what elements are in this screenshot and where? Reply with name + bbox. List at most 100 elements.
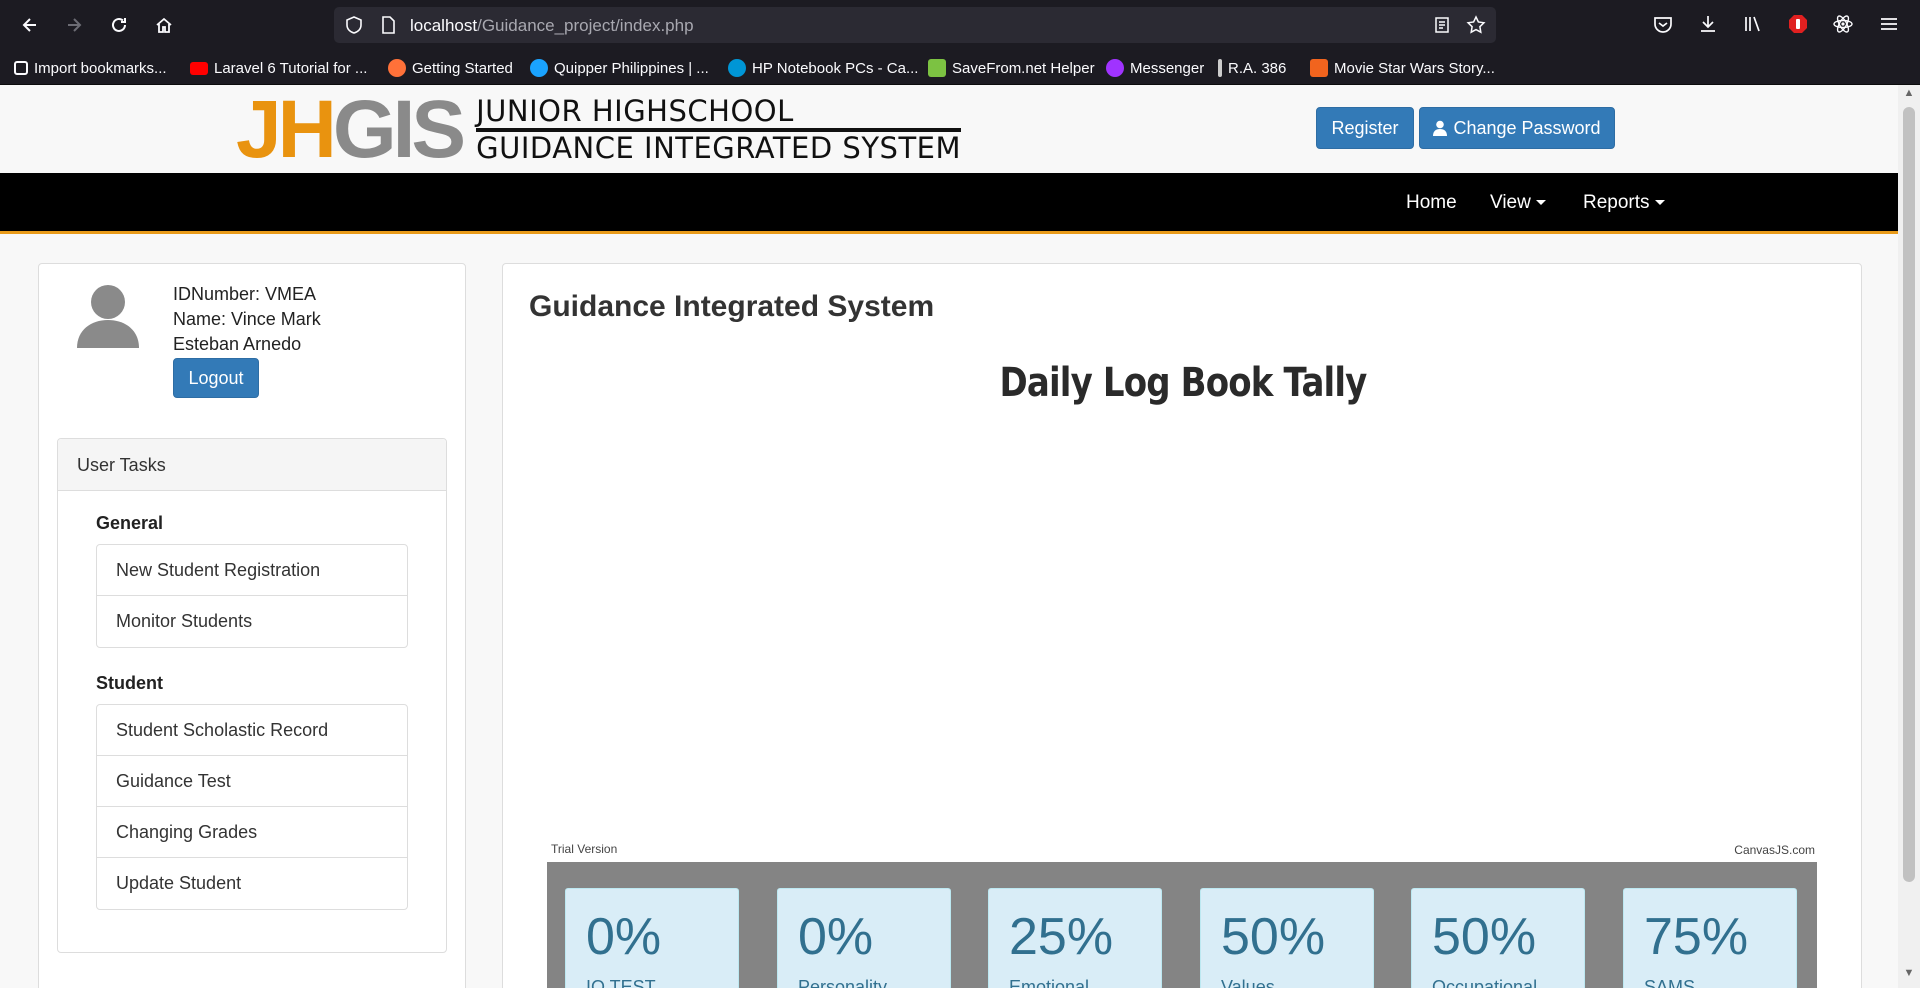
scroll-up-icon[interactable]: ▲ [1902, 87, 1916, 101]
stat-value: 0% [798, 908, 874, 966]
stat-value: 75% [1644, 908, 1749, 966]
reload-icon[interactable] [103, 9, 135, 41]
etsy-icon [1310, 59, 1328, 77]
stat-value: 25% [1009, 908, 1114, 966]
download-arrow-icon [928, 59, 946, 77]
bookmark-label: SaveFrom.net Helper [952, 59, 1095, 77]
bookmark-label: R.A. 386 [1228, 59, 1287, 77]
logo-line-2: GUIDANCE INTEGRATED SYSTEM [476, 131, 962, 165]
stat-card-sams[interactable]: 75% SAMS [1623, 888, 1797, 988]
bookmark-movie[interactable]: Movie Star Wars Story... [1310, 58, 1495, 78]
main-navbar: Home View Reports [0, 173, 1898, 234]
trial-version-label: Trial Version [551, 842, 618, 856]
stat-label: Occupational [1432, 977, 1538, 988]
stat-card-emotional[interactable]: 25% Emotional [988, 888, 1162, 988]
page-icon[interactable] [378, 15, 398, 35]
hp-icon [728, 59, 746, 77]
site-logo[interactable]: JHGIS JUNIOR HIGHSCHOOL GUIDANCE INTEGRA… [236, 89, 962, 171]
stat-card-occupational[interactable]: 50% Occupational [1411, 888, 1585, 988]
task-student-scholastic-record[interactable]: Student Scholastic Record [97, 705, 407, 756]
bookmarks-bar: Import bookmarks... Laravel 6 Tutorial f… [0, 50, 1920, 85]
logo-letter: S [411, 85, 466, 175]
scroll-thumb[interactable] [1903, 107, 1915, 882]
stat-value: 50% [1432, 908, 1537, 966]
text-cursor-icon [1218, 59, 1222, 77]
scroll-down-icon[interactable]: ▼ [1902, 967, 1916, 981]
menu-icon[interactable] [1878, 13, 1900, 35]
page: JHGIS JUNIOR HIGHSCHOOL GUIDANCE INTEGRA… [0, 85, 1898, 988]
nav-home[interactable]: Home [1406, 192, 1457, 214]
reader-view-icon[interactable] [1432, 15, 1452, 35]
library-icon[interactable] [1742, 13, 1764, 35]
task-changing-grades[interactable]: Changing Grades [97, 807, 407, 858]
bookmark-quipper[interactable]: Quipper Philippines | ... [530, 58, 709, 78]
url-text[interactable]: localhost/Guidance_project/index.php [410, 16, 694, 36]
bookmark-label: HP Notebook PCs - Ca... [752, 59, 919, 77]
register-label: Register [1331, 117, 1399, 138]
bookmark-savefrom[interactable]: SaveFrom.net Helper [928, 58, 1095, 78]
main-panel: Guidance Integrated System Daily Log Boo… [502, 263, 1862, 988]
page-scrollbar[interactable]: ▲ ▼ [1898, 85, 1920, 988]
caret-down-icon [1654, 200, 1665, 206]
bookmark-label: Laravel 6 Tutorial for ... [214, 59, 368, 77]
stat-card-personality[interactable]: 0% Personality [777, 888, 951, 988]
stat-card-iq-test[interactable]: 0% IQ TEST [565, 888, 739, 988]
download-icon[interactable] [1697, 13, 1719, 35]
change-password-button[interactable]: Change Password [1419, 107, 1615, 149]
nav-view[interactable]: View [1490, 192, 1546, 214]
logo-letter: J [236, 85, 282, 175]
stat-label: SAMS [1644, 977, 1696, 988]
url-path: /Guidance_project/index.php [477, 16, 694, 35]
task-guidance-test[interactable]: Guidance Test [97, 756, 407, 807]
quipper-icon [530, 59, 548, 77]
avatar-icon [77, 285, 139, 348]
url-host: localhost [410, 16, 478, 35]
stat-label: Personality [798, 977, 888, 988]
pocket-icon[interactable] [1652, 13, 1674, 35]
stat-card-values[interactable]: 50% Values [1200, 888, 1374, 988]
logout-button[interactable]: Logout [173, 358, 259, 398]
bookmark-hp[interactable]: HP Notebook PCs - Ca... [728, 58, 918, 78]
browser-toolbar: localhost/Guidance_project/index.php [0, 0, 1920, 50]
react-devtools-icon[interactable] [1832, 13, 1854, 35]
task-monitor-students[interactable]: Monitor Students [97, 596, 407, 647]
shield-icon[interactable] [344, 15, 364, 35]
bookmark-label: Getting Started [412, 59, 513, 77]
forward-icon[interactable] [58, 9, 90, 41]
logo-letter: H [277, 85, 337, 175]
bookmark-star-icon[interactable] [1466, 15, 1486, 35]
task-update-student[interactable]: Update Student [97, 858, 407, 909]
bookmark-laravel[interactable]: Laravel 6 Tutorial for ... [190, 58, 367, 78]
nav-reports-label: Reports [1583, 192, 1650, 213]
user-tasks-panel: User Tasks General New Student Registrat… [57, 438, 447, 953]
user-icon [1433, 120, 1448, 136]
register-button[interactable]: Register [1316, 107, 1414, 149]
user-id: IDNumber: VMEA [173, 284, 317, 304]
messenger-icon [1106, 59, 1124, 77]
page-title: Guidance Integrated System [529, 290, 935, 323]
site-header: JHGIS JUNIOR HIGHSCHOOL GUIDANCE INTEGRA… [0, 85, 1898, 173]
change-password-label: Change Password [1453, 117, 1601, 138]
home-icon[interactable] [148, 9, 180, 41]
chart-title: Daily Log Book Tally [999, 360, 1368, 406]
nav-reports[interactable]: Reports [1583, 192, 1665, 214]
stat-label: IQ TEST [586, 977, 656, 988]
group-title-student: Student [96, 673, 163, 693]
canvasjs-credit-link[interactable]: CanvasJS.com [1734, 843, 1815, 857]
youtube-icon [190, 61, 208, 75]
bookmark-import[interactable]: Import bookmarks... [14, 58, 167, 78]
back-icon[interactable] [14, 9, 46, 41]
url-bar[interactable]: localhost/Guidance_project/index.php [334, 7, 1496, 43]
task-new-student-registration[interactable]: New Student Registration [97, 545, 407, 596]
stat-value: 0% [586, 908, 662, 966]
bookmark-label: Import bookmarks... [34, 59, 167, 77]
import-icon [14, 61, 28, 75]
bookmark-messenger[interactable]: Messenger [1106, 58, 1204, 78]
adblock-icon[interactable] [1787, 13, 1809, 35]
firefox-icon [388, 59, 406, 77]
bookmark-getting-started[interactable]: Getting Started [388, 58, 513, 78]
logo-text: JUNIOR HIGHSCHOOL GUIDANCE INTEGRATED SY… [476, 96, 962, 165]
bookmark-ra-386[interactable]: R.A. 386 [1218, 58, 1286, 78]
bookmark-label: Messenger [1130, 59, 1205, 77]
bookmark-label: Quipper Philippines | ... [554, 59, 709, 77]
